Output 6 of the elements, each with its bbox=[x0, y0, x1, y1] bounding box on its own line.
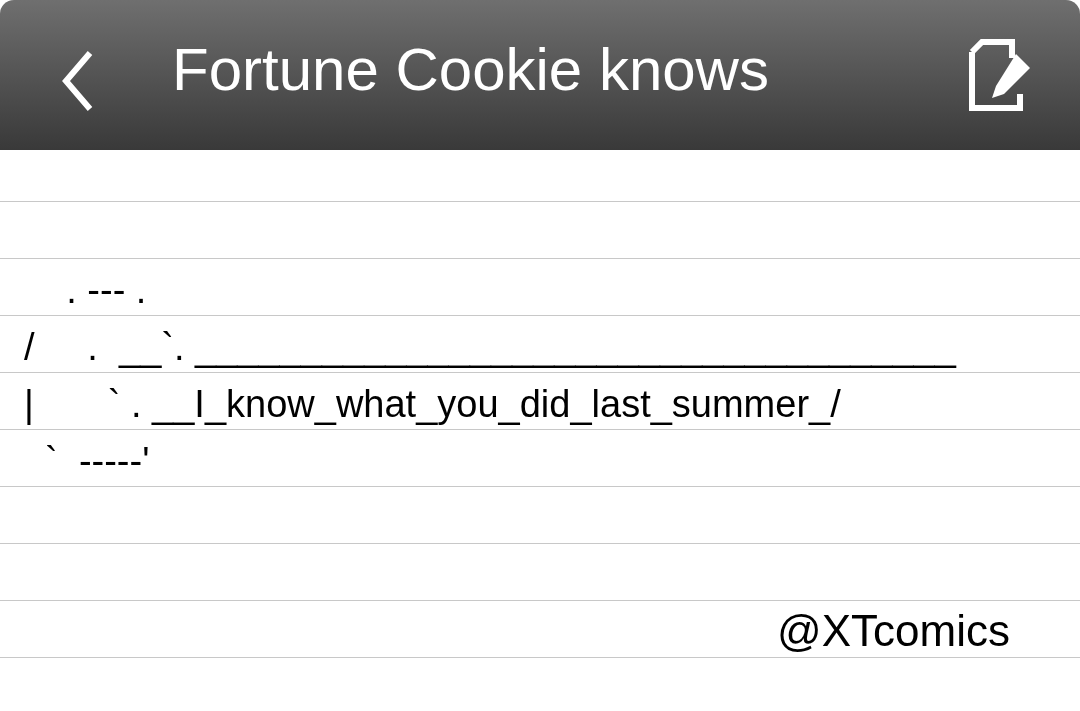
note-text-line: ` -----' bbox=[44, 439, 151, 484]
note-text-line: / . __`. ____________________________________ bbox=[23, 325, 958, 370]
note-title: Fortune Cookie knows bbox=[172, 34, 770, 104]
note-text-line: . --- . bbox=[65, 268, 148, 313]
signature-text: @XTcomics bbox=[777, 605, 1010, 657]
note-text-line: | ` . __I_know_what_you_did_last_summer_/ bbox=[23, 382, 842, 427]
